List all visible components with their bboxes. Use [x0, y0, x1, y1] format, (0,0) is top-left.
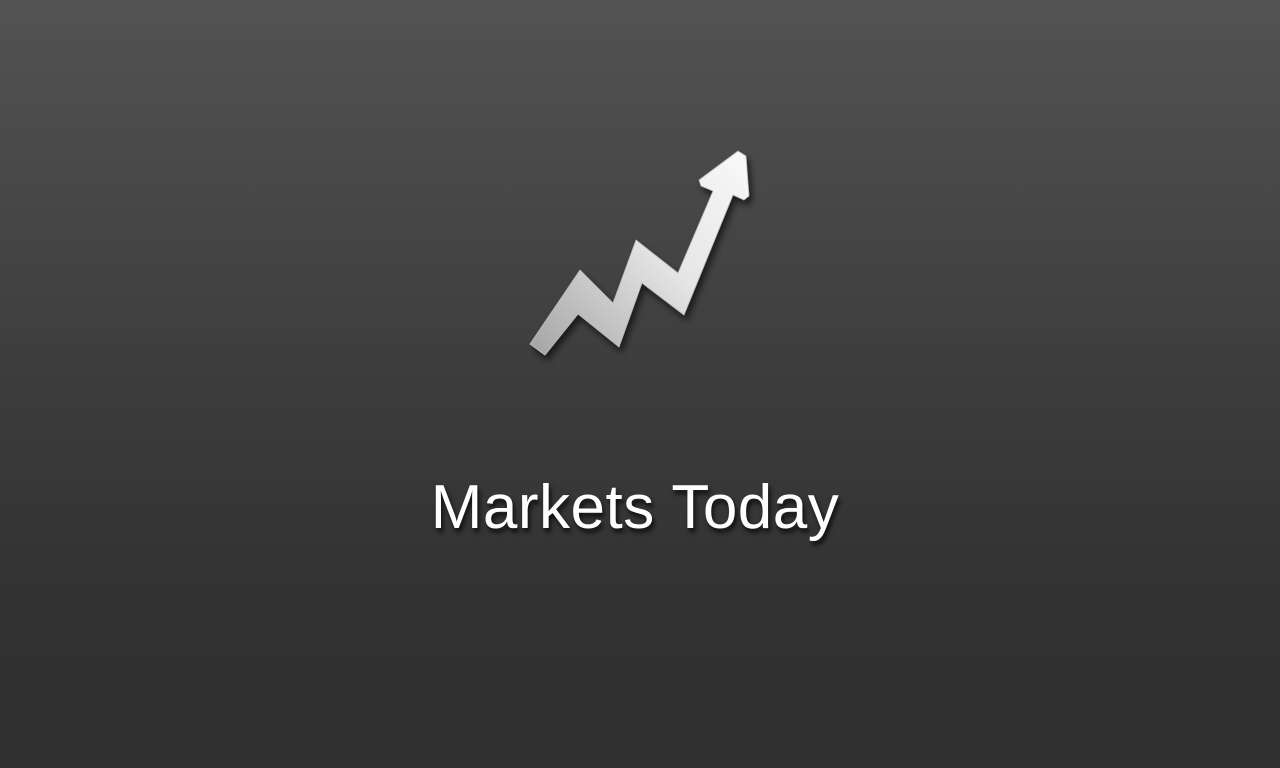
app-title: Markets Today	[430, 473, 840, 542]
trending-up-arrow-icon	[529, 150, 750, 356]
splash-screen: Markets Today	[0, 0, 1280, 768]
